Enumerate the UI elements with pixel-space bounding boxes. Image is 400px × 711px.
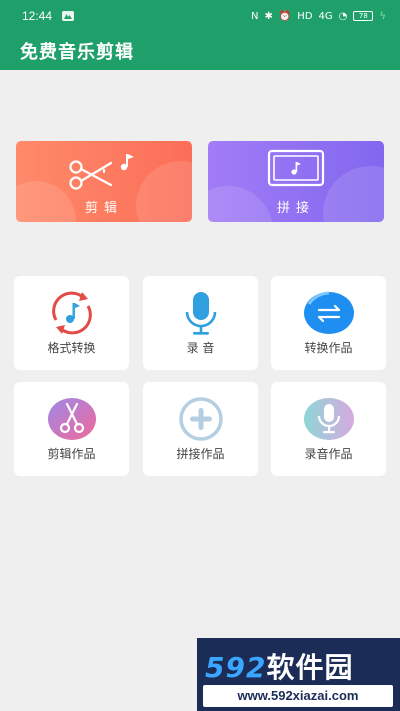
charging-icon: ϟ — [379, 10, 386, 22]
status-time: 12:44 — [22, 9, 53, 23]
edited-works-button[interactable]: 剪辑作品 — [14, 382, 129, 476]
network-label: HD — [297, 10, 313, 22]
recorded-works-label: 录音作品 — [304, 447, 353, 461]
converted-works-button[interactable]: 转换作品 — [271, 276, 386, 370]
record-button[interactable]: 录 音 — [143, 276, 258, 370]
joined-works-button[interactable]: 拼接作品 — [143, 382, 258, 476]
join-card-button[interactable]: 拼接 — [208, 141, 384, 222]
record-label: 录 音 — [186, 341, 215, 355]
watermark-brand: 592软件园 — [205, 646, 353, 686]
bluetooth-icon: ✱ — [264, 10, 273, 22]
notification-icon — [62, 11, 75, 21]
converted-works-label: 转换作品 — [304, 341, 353, 355]
recorded-works-icon — [304, 398, 354, 440]
edited-works-icon — [48, 398, 96, 440]
watermark-brand-number: 592 — [205, 651, 267, 684]
format-convert-icon — [52, 291, 92, 335]
edit-card-label: 剪辑 — [84, 201, 123, 216]
format-convert-button[interactable]: 格式转换 — [14, 276, 129, 370]
edit-card-button[interactable]: 剪辑 — [16, 141, 192, 222]
joined-works-icon — [179, 397, 223, 441]
joined-works-label: 拼接作品 — [176, 447, 225, 461]
edited-works-label: 剪辑作品 — [47, 447, 96, 461]
watermark-url: www.592xiazai.com — [203, 685, 393, 707]
alarm-icon: ⏰ — [278, 10, 292, 22]
battery-level: 78 — [358, 11, 368, 20]
status-indicators: N ✱ ⏰ HD 4G ◔ 78 ϟ — [251, 11, 386, 22]
join-card-label: 拼接 — [276, 201, 315, 216]
battery-icon: 78 — [353, 11, 374, 21]
watermark-logo: 592软件园 www.592xiazai.com — [197, 638, 400, 711]
app-title: 免费音乐剪辑 — [20, 42, 134, 63]
format-convert-label: 格式转换 — [47, 341, 96, 355]
converted-works-icon — [304, 291, 354, 334]
microphone-icon — [185, 292, 217, 335]
nfc-icon: N — [250, 10, 259, 22]
screen-music-icon — [267, 149, 325, 187]
scissors-music-icon — [69, 154, 134, 190]
watermark-brand-text: 软件园 — [266, 651, 354, 684]
status-bar: 12:44 N ✱ ⏰ HD 4G ◔ 78 ϟ — [0, 0, 400, 32]
recorded-works-button[interactable]: 录音作品 — [271, 382, 386, 476]
wifi-icon: ◔ — [338, 10, 348, 22]
app-bar: 免费音乐剪辑 — [0, 32, 400, 70]
signal-label: 4G — [318, 10, 333, 22]
